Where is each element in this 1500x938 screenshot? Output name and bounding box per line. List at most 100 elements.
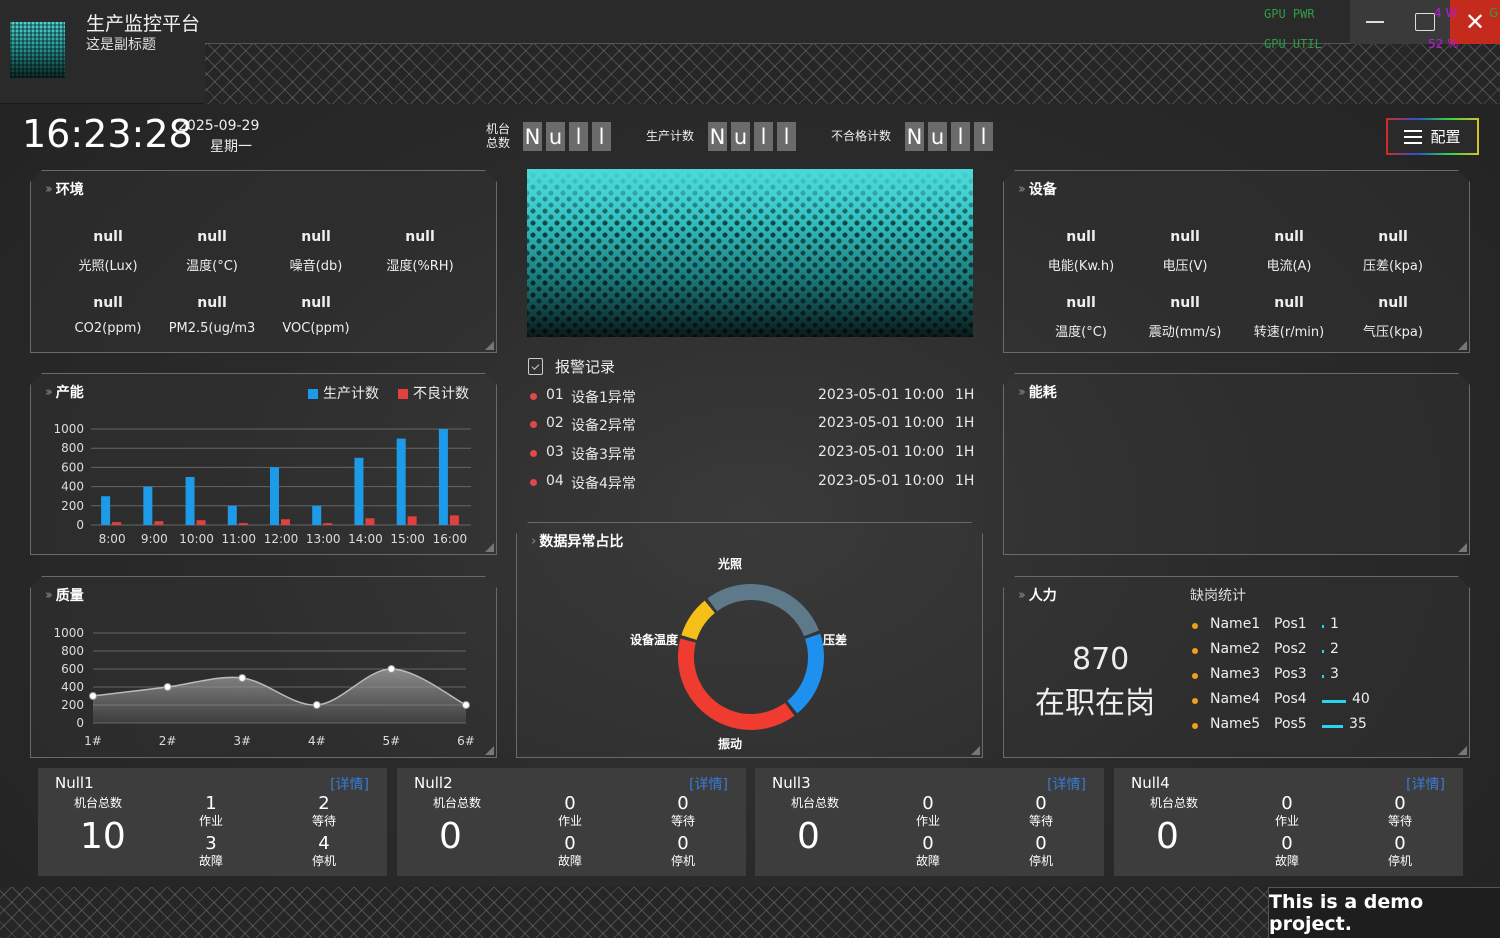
status-cell: 0 故障 (1262, 834, 1312, 869)
metric-label: 温度(°C) (1055, 325, 1107, 340)
bar (239, 523, 248, 525)
status-label: 故障 (1274, 854, 1299, 868)
alarm-row[interactable]: 02 设备2异常 2023-05-01 10:00 1H (528, 414, 988, 436)
bullet-icon (1192, 698, 1198, 704)
gpu-overlay-fragment: G (1489, 6, 1499, 20)
status-count: 1 (205, 793, 217, 814)
status-label: 故障 (198, 854, 223, 868)
absence-position: Pos4 (1274, 691, 1307, 707)
y-tick-label: 600 (61, 662, 84, 676)
digit: l (754, 122, 773, 151)
absence-value: 40 (1352, 691, 1370, 707)
absence-stat-title: 缺岗统计 (1190, 588, 1246, 604)
detail-link[interactable]: [详情] (1047, 774, 1086, 794)
anomaly-donut-chart: 光照压差振动 设备温度 (517, 523, 984, 759)
alarm-time: 2023-05-01 10:00 (818, 473, 945, 489)
donut-slice (708, 584, 819, 636)
eq-metric-speed: null 转速(r/min) (1239, 295, 1339, 340)
env-metric-humidity: null 湿度(%RH) (370, 229, 470, 274)
chevron-right-icon: ›› (1018, 587, 1023, 603)
legend-label: 生产计数 (323, 386, 379, 402)
alarm-dot-icon (530, 450, 537, 457)
status-label: 作业 (557, 814, 582, 828)
alarm-name: 设备3异常 (571, 447, 636, 463)
bar (397, 439, 406, 525)
environment-title-text: 环境 (55, 182, 84, 198)
anomaly-panel: › 数据异常占比 光照 压差 振动 设备温度 (516, 522, 983, 758)
title-bar-pattern (205, 44, 1500, 104)
alarm-duration: 1H (955, 415, 975, 431)
status-count: 0 (564, 833, 576, 854)
y-tick-label: 800 (61, 441, 84, 455)
status-count: 4 (318, 833, 330, 854)
absence-name: Name1 (1210, 616, 1261, 632)
equipment-title: ›› 设备 (1018, 179, 1057, 199)
machine-total-value: 0 (439, 816, 462, 857)
gpu-power-value-overlay: 4 W (1434, 6, 1458, 20)
alarm-row[interactable]: 03 设备3异常 2023-05-01 10:00 1H (528, 443, 988, 465)
config-button[interactable]: 配置 (1386, 118, 1479, 155)
machine-total-value: 0 (1156, 816, 1179, 857)
donut-slice (787, 634, 824, 714)
group-name: Null3 (772, 774, 811, 792)
production-video-feed (527, 169, 973, 337)
y-tick-label: 0 (76, 716, 84, 730)
digit: l (777, 122, 796, 151)
app-title: 生产监控平台 (86, 13, 201, 35)
chevron-right-icon: ›› (1018, 384, 1023, 400)
config-button-label: 配置 (1430, 128, 1461, 146)
status-cell: 0 作业 (545, 794, 595, 829)
status-label: 等待 (1387, 814, 1412, 828)
minimize-button[interactable] (1350, 0, 1400, 44)
y-tick-label: 200 (61, 499, 84, 513)
absence-position: Pos2 (1274, 641, 1307, 657)
quality-panel: ›› 质量 0 200 400 600 800 1000 1# 2# 3# 4# 5# 6# (30, 576, 497, 758)
status-label: 作业 (915, 814, 940, 828)
alarm-records-header: 报警记录 (528, 356, 615, 377)
chevron-right-icon: ›› (1018, 181, 1023, 197)
bar (439, 429, 448, 525)
metric-label: CO2(ppm) (74, 321, 142, 336)
eq-metric-current: null 电流(A) (1239, 229, 1339, 274)
workforce-count-label: 在职在岗 (1035, 686, 1155, 721)
alarm-dot-icon (530, 421, 537, 428)
bullet-icon (1192, 623, 1198, 629)
machine-total-value: 10 (80, 816, 126, 857)
capacity-panel: ›› 产能 0 200 400 600 800 1000 8:00 9:00 10:00 11:0… (30, 373, 497, 555)
alarm-row[interactable]: 01 设备1异常 2023-05-01 10:00 1H (528, 386, 988, 408)
eq-metric-vibration: null 震动(mm/s) (1135, 295, 1235, 340)
gpu-power-overlay: GPU PWR (1264, 7, 1315, 21)
gpu-util-value-overlay: 52 % (1428, 37, 1459, 51)
status-count: 0 (922, 793, 934, 814)
digit: N (905, 122, 924, 151)
group-name: Null2 (414, 774, 453, 792)
status-count: 0 (677, 793, 689, 814)
absence-value: 35 (1349, 716, 1367, 732)
status-cell: 0 等待 (658, 793, 708, 829)
detail-link[interactable]: [详情] (330, 774, 369, 794)
status-label: 等待 (1028, 814, 1053, 828)
digit: u (928, 122, 947, 151)
status-count: 0 (1394, 833, 1406, 854)
detail-link[interactable]: [详情] (689, 774, 728, 794)
slice-label: 设备温度 (630, 632, 679, 647)
metric-value: null (301, 295, 331, 311)
machine-total-label-line1: 机台 (486, 122, 511, 136)
alarm-row[interactable]: 04 设备4异常 2023-05-01 10:00 1H (528, 472, 988, 494)
digit: l (569, 122, 588, 151)
legend-label: 不良计数 (413, 386, 469, 402)
alarm-name: 设备2异常 (571, 418, 636, 434)
x-tick-label: 11:00 (221, 532, 256, 546)
machine-total-label-line2: 总数 (486, 136, 511, 150)
machine-group-card: Null2 [详情] 机台总数 0 0 作业 0 等待 0 故障 0 停机 (397, 768, 746, 876)
absence-name: Name5 (1210, 716, 1261, 732)
machine-total-label: 机台总数 (1150, 796, 1199, 810)
eq-metric-voltage: null 电压(V) (1135, 229, 1235, 274)
current-weekday: 星期一 (210, 139, 252, 155)
detail-link[interactable]: [详情] (1406, 774, 1445, 794)
alarm-name: 设备1异常 (571, 390, 636, 406)
quality-area-chart: 0 200 400 600 800 1000 1# 2# 3# 4# 5# 6# (31, 577, 498, 759)
y-tick-label: 1000 (53, 422, 84, 436)
metric-label: 转速(r/min) (1253, 325, 1325, 340)
alarm-duration: 1H (955, 387, 975, 403)
